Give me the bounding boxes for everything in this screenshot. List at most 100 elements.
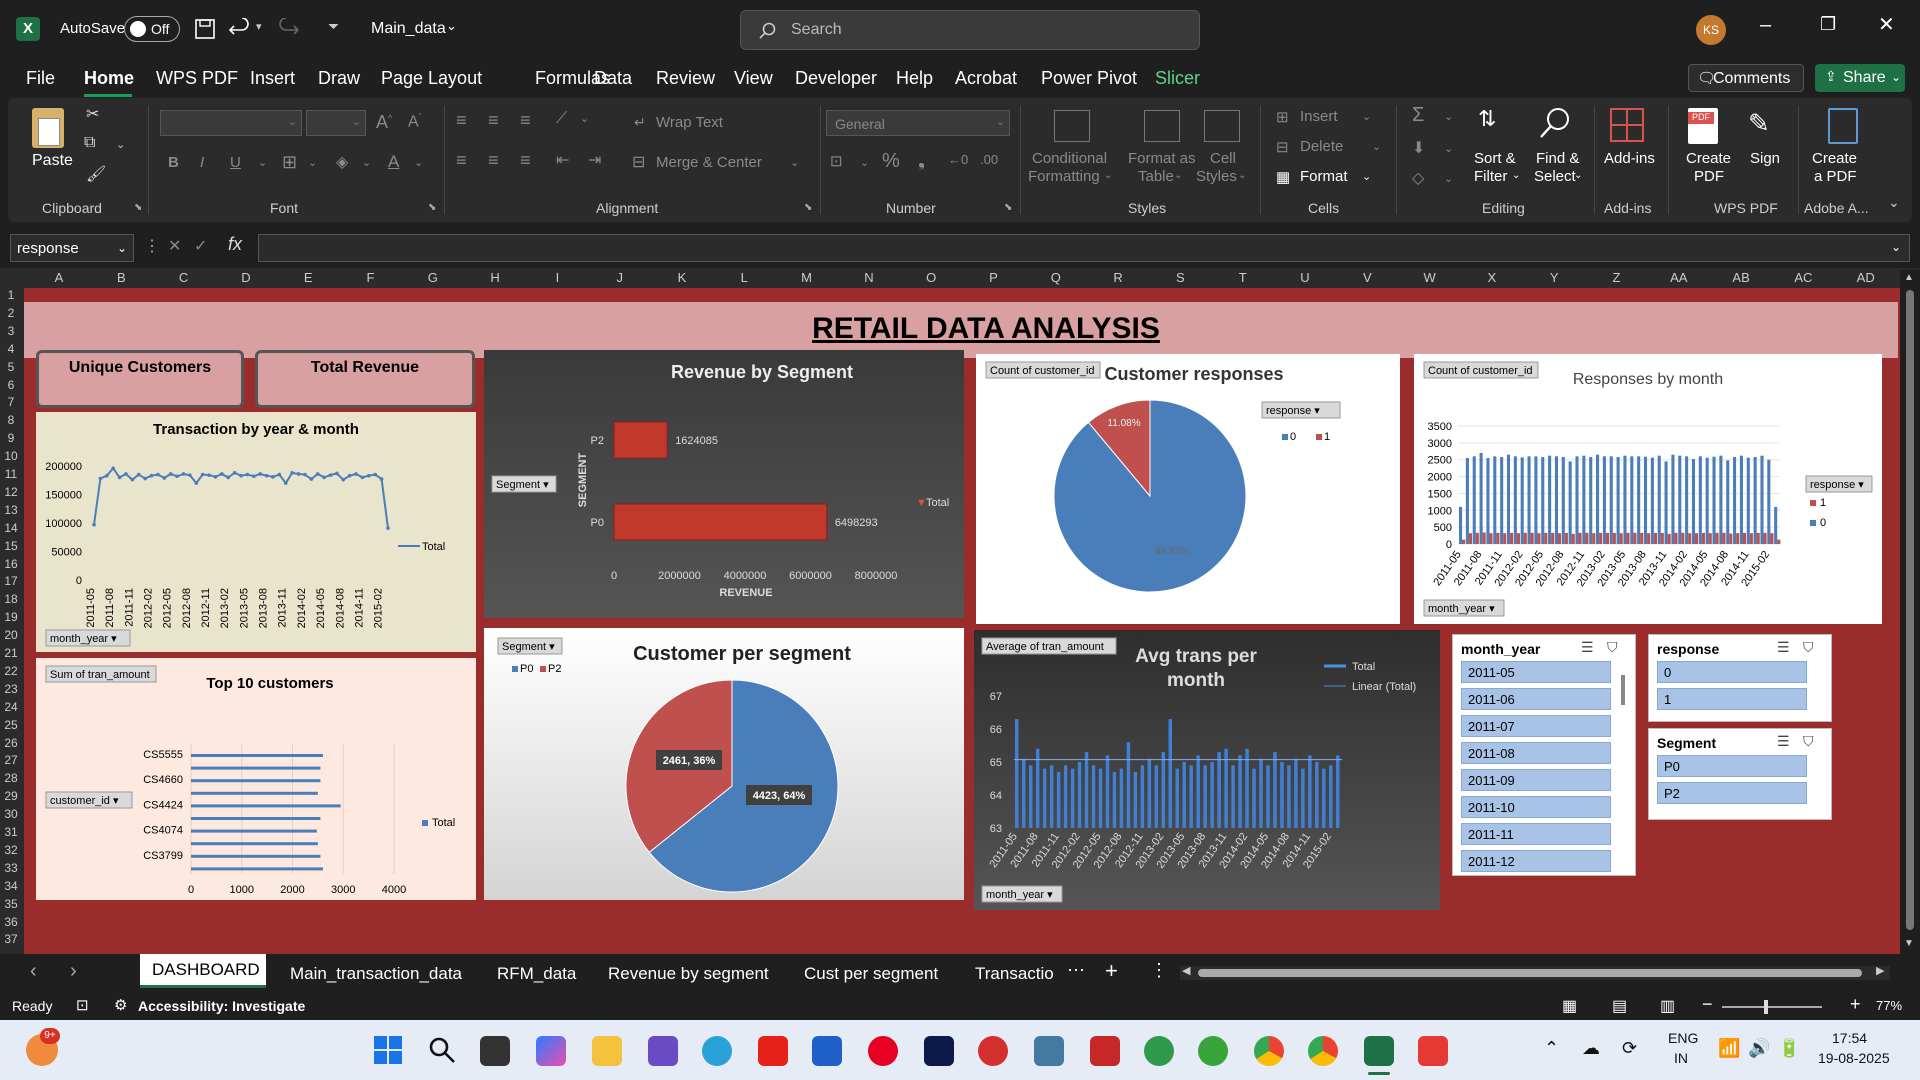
- region-indicator[interactable]: IN: [1674, 1050, 1688, 1066]
- fill-dropdown-icon-2[interactable]: ⌄: [1444, 142, 1453, 155]
- row-header[interactable]: 19: [0, 610, 22, 624]
- multiselect-icon[interactable]: ☰: [1581, 639, 1594, 656]
- underline-icon[interactable]: U: [230, 154, 241, 171]
- store-app-icon[interactable]: [648, 1036, 678, 1066]
- row-header[interactable]: 15: [0, 539, 22, 553]
- decrease-indent-icon[interactable]: ⇤: [556, 150, 569, 170]
- italic-icon[interactable]: I: [200, 154, 204, 171]
- column-header[interactable]: M: [776, 270, 838, 285]
- menu-view[interactable]: View: [734, 68, 773, 89]
- file-name-chevron-icon[interactable]: ⌄: [446, 18, 457, 34]
- acrobat-icon[interactable]: [1090, 1036, 1120, 1066]
- sort-filter-label[interactable]: Sort &: [1474, 150, 1516, 167]
- menu-wps-pdf[interactable]: WPS PDF: [156, 68, 238, 89]
- clock-time[interactable]: 17:54: [1832, 1030, 1867, 1046]
- slicer-item[interactable]: P0: [1657, 755, 1807, 777]
- paste-label[interactable]: Paste: [32, 152, 73, 170]
- menu-help[interactable]: Help: [896, 68, 933, 89]
- row-header[interactable]: 4: [0, 342, 22, 356]
- insert-cells-button[interactable]: Insert: [1300, 108, 1338, 125]
- create-pdf-label[interactable]: Create: [1686, 150, 1731, 167]
- alignment-dialog-launcher-icon[interactable]: ⬊: [804, 202, 812, 213]
- row-header[interactable]: 1: [0, 288, 22, 302]
- column-header[interactable]: X: [1461, 270, 1523, 285]
- menu-review[interactable]: Review: [656, 68, 715, 89]
- column-header[interactable]: I: [526, 270, 588, 285]
- decrease-decimal-icon[interactable]: .00: [980, 152, 998, 167]
- add-sheet-icon[interactable]: +: [1105, 958, 1118, 984]
- zoom-slider[interactable]: [1722, 1000, 1822, 1014]
- row-header[interactable]: 35: [0, 897, 22, 911]
- column-header[interactable]: S: [1149, 270, 1211, 285]
- format-table-label-2[interactable]: Table: [1138, 168, 1174, 185]
- copy-icon[interactable]: ⧉: [84, 134, 95, 152]
- row-header[interactable]: 13: [0, 503, 22, 517]
- insert-cells-icon[interactable]: ⊞: [1276, 108, 1289, 126]
- undo-dropdown-icon[interactable]: ▾: [256, 20, 262, 33]
- wrap-text-button[interactable]: Wrap Text: [656, 114, 723, 131]
- slicer-item[interactable]: 2011-05: [1461, 661, 1611, 683]
- sync-icon[interactable]: ⟳: [1622, 1038, 1637, 1059]
- column-header[interactable]: B: [90, 270, 152, 285]
- create-adobe-pdf-label-2[interactable]: a PDF: [1814, 168, 1857, 185]
- align-right-icon[interactable]: ≡: [520, 150, 531, 171]
- clear-dropdown-icon[interactable]: ⌄: [1444, 172, 1453, 185]
- conditional-formatting-label-2[interactable]: Formatting: [1028, 168, 1100, 185]
- mysql-icon[interactable]: [1034, 1036, 1064, 1066]
- row-header[interactable]: 5: [0, 360, 22, 374]
- insert-function-icon[interactable]: fx: [228, 234, 242, 255]
- orientation-dropdown-icon[interactable]: ⌄: [580, 112, 589, 125]
- sort-filter-label-2[interactable]: Filter: [1474, 168, 1507, 185]
- taskbar-search-icon[interactable]: [428, 1036, 456, 1064]
- ribbon-collapse-icon[interactable]: ⌄: [1888, 194, 1900, 211]
- column-header[interactable]: AC: [1772, 270, 1834, 285]
- column-header[interactable]: C: [153, 270, 215, 285]
- format-cells-button[interactable]: Format: [1300, 168, 1348, 185]
- slicer-scrollbar[interactable]: [1621, 675, 1625, 705]
- cut-icon[interactable]: ✂: [86, 104, 99, 124]
- format-dropdown-icon[interactable]: ⌄: [1362, 170, 1371, 183]
- menu-acrobat[interactable]: Acrobat: [955, 68, 1017, 89]
- column-header[interactable]: E: [277, 270, 339, 285]
- disney-plus-icon[interactable]: [924, 1036, 954, 1066]
- scroll-up-icon[interactable]: ▲: [1904, 272, 1914, 283]
- fill-color-icon[interactable]: ◈: [336, 152, 348, 172]
- borders-icon[interactable]: ⊞: [282, 152, 297, 173]
- undo-icon[interactable]: [228, 18, 250, 40]
- slicer-month-year[interactable]: month_year ☰ ⛉ 2011-05 2011-06 2011-07 2011…: [1452, 634, 1636, 876]
- delete-dropdown-icon[interactable]: ⌄: [1372, 140, 1381, 153]
- row-header[interactable]: 7: [0, 395, 22, 409]
- app-green-icon[interactable]: [1144, 1036, 1174, 1066]
- file-explorer-icon[interactable]: [592, 1036, 622, 1066]
- conditional-formatting-chevron-icon[interactable]: ⌄: [1104, 170, 1112, 181]
- sort-filter-chevron-icon[interactable]: ⌄: [1512, 170, 1520, 181]
- column-header[interactable]: Y: [1523, 270, 1585, 285]
- row-header[interactable]: 34: [0, 879, 22, 893]
- column-header[interactable]: U: [1274, 270, 1336, 285]
- search-box[interactable]: Search: [740, 10, 1200, 50]
- chart-responses-month-panel[interactable]: Count of customer_id Responses by month 35…: [1414, 354, 1882, 624]
- normal-view-icon[interactable]: ▦: [1562, 996, 1577, 1016]
- wifi-icon[interactable]: 📶: [1718, 1038, 1740, 1059]
- create-adobe-pdf-icon[interactable]: [1828, 108, 1858, 144]
- merge-dropdown-icon[interactable]: ⌄: [790, 156, 799, 169]
- tab-cust-per-segment[interactable]: Cust per segment: [804, 964, 938, 984]
- align-bottom-icon[interactable]: ≡: [520, 110, 531, 131]
- column-header[interactable]: V: [1336, 270, 1398, 285]
- format-cells-icon[interactable]: ▦: [1276, 168, 1290, 186]
- row-header[interactable]: 10: [0, 449, 22, 463]
- comma-icon[interactable]: ❟: [918, 150, 925, 171]
- accessibility-status[interactable]: Accessibility: Investigate: [138, 998, 305, 1014]
- menu-developer[interactable]: Developer: [795, 68, 877, 89]
- cell-styles-label[interactable]: Cell: [1210, 150, 1236, 167]
- menu-power-pivot[interactable]: Power Pivot: [1041, 68, 1137, 89]
- task-view-icon[interactable]: [480, 1036, 510, 1066]
- response-multiselect-icon[interactable]: ☰: [1777, 639, 1790, 656]
- wrap-text-icon[interactable]: ↵: [634, 114, 646, 131]
- find-select-chevron-icon[interactable]: ⌄: [1574, 170, 1582, 181]
- file-name[interactable]: Main_data: [371, 20, 446, 38]
- slicer-item[interactable]: 2011-11: [1461, 823, 1611, 845]
- app-red-icon[interactable]: [978, 1036, 1008, 1066]
- accounting-dropdown-icon[interactable]: ⌄: [860, 156, 869, 169]
- scroll-right-icon[interactable]: ▶: [1876, 964, 1884, 977]
